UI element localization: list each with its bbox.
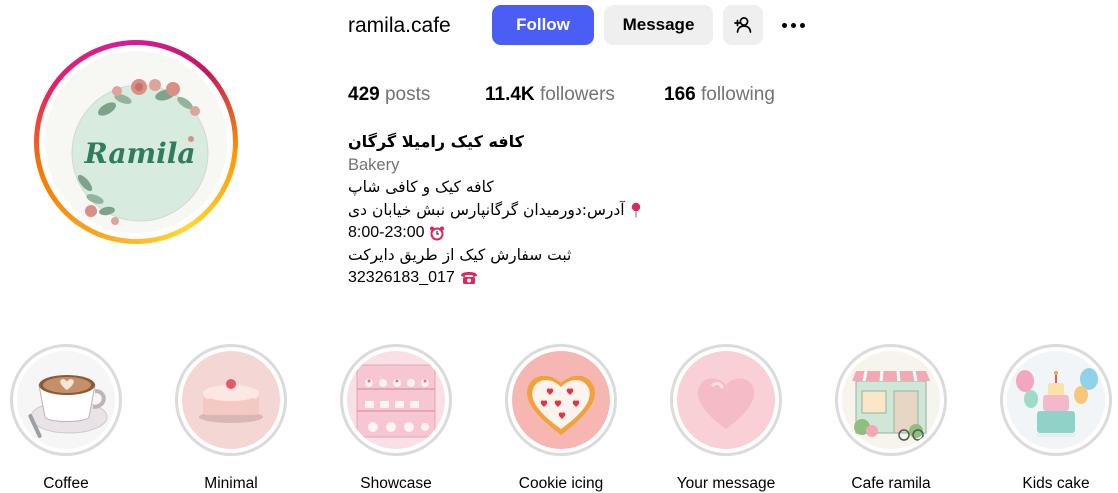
cafe-storefront-icon [842,351,940,449]
highlight-label: Your message [676,475,776,492]
posts-count: 429 [348,84,380,105]
highlight-ring [175,344,287,456]
category-label: Bakery [348,155,400,174]
follow-button[interactable]: Follow [492,5,594,45]
following-stat[interactable]: 166 following [664,82,775,108]
highlight-cover [842,351,940,449]
message-button[interactable]: Message [604,5,713,45]
svg-text:Ramila: Ramila [83,137,195,170]
followers-count: 11.4K [485,84,535,105]
highlight-label: Cafe ramila [851,475,931,492]
posts-label: posts [384,84,431,105]
followers-stat[interactable]: 11.4K followers [485,82,615,108]
highlight-label: Showcase [360,475,432,492]
bio-line-3: 8:00-23:00 [348,224,425,241]
following-label: following [700,84,775,105]
more-dot [790,22,796,28]
highlight-cover [677,351,775,449]
display-case-icon [347,351,445,449]
profile-username: ramila.cafe [348,14,451,37]
more-dot [799,22,805,28]
bio-line-2: آدرس:دورمیدان گرگانپارس نبش خیابان دی [348,200,625,219]
highlight-cover [1007,351,1105,449]
coffee-cup-icon [17,351,115,449]
profile-avatar-border: Ramila [39,45,233,239]
add-user-icon [734,17,752,33]
posts-stat: 429 posts [348,82,430,108]
highlight-ring [10,344,122,456]
ramila-logo-icon: Ramila [45,51,227,233]
highlight-ring [505,344,617,456]
highlight-cover [182,351,280,449]
pin-icon [631,202,640,218]
highlight-label: Kids cake [1022,475,1090,492]
highlight-label: Minimal [204,475,258,492]
highlight-label: Cookie icing [518,475,604,492]
highlight-cafe-ramila[interactable]: Cafe ramila [833,344,949,493]
highlight-ring [1000,344,1112,456]
highlight-label: Coffee [43,475,89,492]
bio-line-5: 32326183_017 [348,269,455,286]
heart-cookie-icon [512,351,610,449]
telephone-icon [460,271,477,284]
highlight-kids-cake[interactable]: Kids cake [998,344,1114,493]
bio-line-1: کافه کیک و کافی شاپ [348,178,494,196]
heart-icon [677,351,775,449]
bio-line-4: ثبت سفارش کیک از طریق دایرکت [348,245,572,264]
alarm-clock-icon [430,226,445,240]
highlight-minimal[interactable]: Minimal [173,344,289,493]
highlight-showcase[interactable]: Showcase [338,344,454,493]
highlight-your-message[interactable]: Your message [668,344,784,493]
profile-bio: کافه کیک رامیلا گرگان Bakery کافه کیک و … [348,131,642,289]
more-dots-icon [781,22,787,28]
profile-avatar-ring[interactable]: Ramila [34,40,238,244]
followers-label: followers [539,84,615,105]
highlight-ring [835,344,947,456]
more-options-button[interactable] [776,14,810,36]
highlight-cover [512,351,610,449]
highlight-cookie-icing[interactable]: Cookie icing [503,344,619,493]
cake-icon [182,351,280,449]
birthday-cake-icon [1007,351,1105,449]
profile-avatar[interactable]: Ramila [45,51,227,233]
highlight-cover [347,351,445,449]
highlight-coffee[interactable]: Coffee [8,344,124,493]
highlight-ring [340,344,452,456]
suggested-accounts-button[interactable] [723,5,763,45]
following-count: 166 [664,84,696,105]
highlight-ring [670,344,782,456]
display-name: کافه کیک رامیلا گرگان [348,132,524,151]
highlight-cover [17,351,115,449]
